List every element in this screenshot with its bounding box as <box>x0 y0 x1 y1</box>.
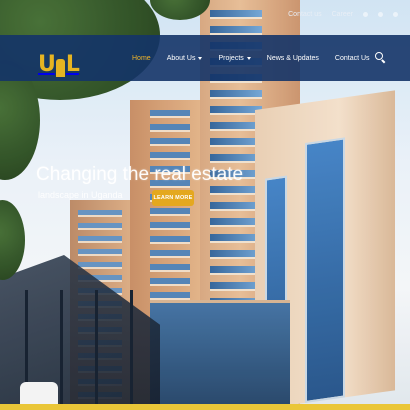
nav-item-about-us[interactable]: About Us <box>167 55 203 62</box>
nav-item-label: News & Updates <box>266 54 319 62</box>
logo-letter-l: L <box>65 52 80 77</box>
brand-logo[interactable]: U L <box>38 46 80 77</box>
nav-item-home[interactable]: Home <box>132 55 151 62</box>
main-navigation: U L Home About Us Projects News & Update… <box>0 35 410 81</box>
social-icon[interactable] <box>363 11 368 17</box>
career-link[interactable]: Career <box>332 11 353 18</box>
chevron-down-icon <box>198 56 203 60</box>
nav-item-news-updates[interactable]: News & Updates <box>267 55 319 62</box>
logo-building-icon <box>55 59 65 77</box>
hero-subtitle: landscape in Uganda <box>38 190 123 200</box>
nav-item-label: Projects <box>218 54 244 62</box>
nav-item-projects[interactable]: Projects <box>218 54 251 62</box>
hero-title: Changing the real estate <box>36 164 244 185</box>
contact-us-link[interactable]: Contact us <box>288 11 321 18</box>
social-icon[interactable] <box>393 11 398 17</box>
nav-item-label: Home <box>132 54 151 62</box>
logo-letter-u: U <box>38 52 56 77</box>
chevron-down-icon <box>246 56 251 60</box>
nav-item-contact-us[interactable]: Contact Us <box>335 55 370 62</box>
learn-more-button[interactable]: LEARN MORE <box>152 190 194 206</box>
top-utility-bar: Contact us Career <box>288 6 410 22</box>
nav-item-label: About Us <box>166 54 196 62</box>
nav-item-label: Contact Us <box>334 54 370 62</box>
search-icon[interactable] <box>375 52 386 64</box>
social-icon[interactable] <box>378 11 383 17</box>
nav-menu: Home About Us Projects News & Updates Co… <box>132 35 370 81</box>
